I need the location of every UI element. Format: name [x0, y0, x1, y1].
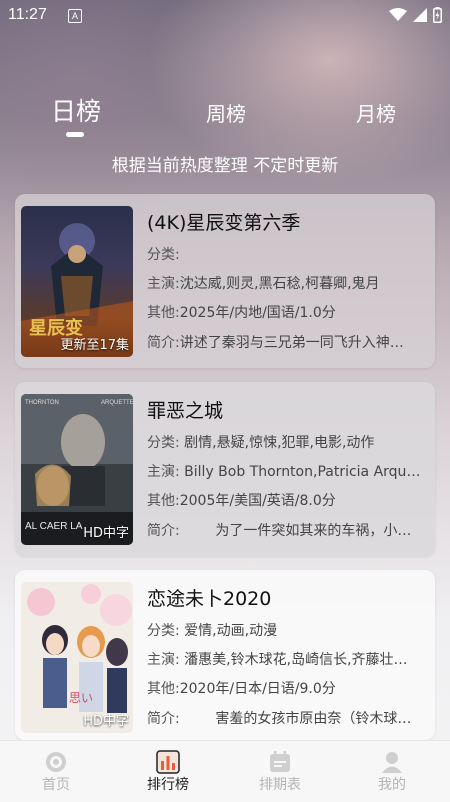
item-title[interactable]: (4K)星辰变第六季 — [147, 208, 300, 235]
cast-value: Billy Bob Thornton,Patricia Arquet… — [184, 464, 429, 480]
intro-value: 害羞的女孩市原由奈（铃木球… — [215, 711, 412, 727]
other-label: 其他: — [147, 493, 180, 509]
svg-text:思い: 思い — [69, 691, 93, 705]
tab-label: 周榜 — [206, 102, 246, 126]
tab-weekly[interactable]: 周榜 — [200, 98, 252, 127]
cast-label: 主演: — [147, 464, 180, 480]
item-genre: 分类: — [147, 244, 429, 264]
poster-image[interactable]: 思い HD中字 — [21, 582, 133, 733]
home-icon — [46, 752, 66, 772]
profile-icon — [382, 752, 402, 773]
cast-label: 主演: — [147, 276, 180, 292]
item-intro: 简介: 害羞的女孩市原由奈（铃木球… — [147, 708, 429, 728]
nav-profile[interactable]: 我的 — [357, 741, 427, 802]
genre-value: 爱情,动画,动漫 — [184, 623, 278, 639]
battery-icon — [433, 7, 442, 23]
item-other: 其他:2020年/日本/日语/9.0分 — [147, 678, 429, 698]
item-genre: 分类: 剧情,悬疑,惊悚,犯罪,电影,动作 — [147, 432, 429, 452]
intro-value: 为了一件突如其来的车祸，小… — [215, 523, 412, 539]
signal-icon — [413, 8, 427, 22]
nav-label: 首页 — [42, 777, 70, 793]
genre-label: 分类: — [147, 623, 180, 639]
poster-image[interactable]: AL CAER LA THORNTON ARQUETTE HD中字 — [21, 394, 133, 545]
item-cast: 主演: 潘惠美,铃木球花,岛崎信长,齐藤壮… — [147, 649, 429, 669]
poster-image[interactable]: 星辰变 更新至17集 — [21, 206, 133, 357]
other-label: 其他: — [147, 305, 180, 321]
item-genre: 分类: 爱情,动画,动漫 — [147, 620, 429, 640]
nav-home[interactable]: 首页 — [21, 741, 91, 802]
genre-label: 分类: — [147, 435, 180, 451]
quality-badge: HD中字 — [83, 714, 129, 729]
list-item[interactable]: 思い HD中字 恋途未卜2020 分类: 爱情,动画,动漫 主演: 潘惠美,铃木… — [15, 570, 435, 740]
wifi-icon — [389, 8, 407, 21]
item-title[interactable]: 恋途未卜2020 — [147, 584, 271, 611]
ranking-tabs: 日榜 周榜 月榜 — [0, 88, 450, 138]
intro-label: 简介: — [147, 523, 180, 539]
list-item[interactable]: 星辰变 更新至17集 (4K)星辰变第六季 分类: 主演:沈达威,则灵,黑石稔,… — [15, 194, 435, 368]
cast-label: 主演: — [147, 652, 180, 668]
quality-badge: HD中字 — [83, 526, 129, 541]
item-other: 其他:2005年/美国/英语/8.0分 — [147, 490, 429, 510]
other-value: 2020年/日本/日语/9.0分 — [179, 681, 336, 697]
intro-value: 讲述了秦羽与三兄弟一同飞升入神… — [179, 335, 404, 351]
nav-ranking[interactable]: 排行榜 — [133, 741, 203, 802]
item-cast: 主演: Billy Bob Thornton,Patricia Arquet… — [147, 461, 429, 481]
tab-label: 日榜 — [50, 97, 101, 126]
other-label: 其他: — [147, 681, 180, 697]
svg-text:THORNTON: THORNTON — [25, 400, 59, 406]
genre-label: 分类: — [147, 247, 180, 263]
nav-label: 排期表 — [259, 777, 301, 793]
tab-indicator — [66, 132, 84, 137]
status-bar: 11:27 A — [0, 0, 450, 32]
nav-label: 我的 — [378, 777, 406, 793]
item-title[interactable]: 罪恶之城 — [147, 396, 223, 423]
notification-badge-icon: A — [68, 9, 82, 23]
tab-daily[interactable]: 日榜 — [50, 92, 102, 128]
ranking-subtitle: 根据当前热度整理 不定时更新 — [111, 156, 339, 176]
other-value: 2005年/美国/英语/8.0分 — [179, 493, 336, 509]
genre-value: 剧情,悬疑,惊悚,犯罪,电影,动作 — [184, 435, 375, 451]
svg-text:AL CAER LA: AL CAER LA — [25, 521, 83, 532]
tab-monthly[interactable]: 月榜 — [350, 98, 402, 127]
item-intro: 简介:讲述了秦羽与三兄弟一同飞升入神… — [147, 332, 429, 352]
bottom-navigation: 首页 排行榜 排期表 我的 — [0, 740, 450, 802]
ranking-icon — [156, 750, 180, 774]
item-other: 其他:2025年/内地/国语/1.0分 — [147, 302, 429, 322]
item-intro: 简介: 为了一件突如其来的车祸，小… — [147, 520, 429, 540]
calendar-icon — [270, 751, 290, 772]
episode-badge: 更新至17集 — [60, 338, 129, 353]
intro-label: 简介: — [147, 711, 180, 727]
svg-text:ARQUETTE: ARQUETTE — [101, 400, 133, 406]
intro-label: 简介: — [147, 335, 180, 351]
other-value: 2025年/内地/国语/1.0分 — [179, 305, 336, 321]
item-cast: 主演:沈达威,则灵,黑石稔,柯暮卿,鬼月 — [147, 273, 429, 293]
cast-value: 沈达威,则灵,黑石稔,柯暮卿,鬼月 — [179, 276, 380, 292]
nav-schedule[interactable]: 排期表 — [245, 741, 315, 802]
status-time: 11:27 — [8, 6, 47, 23]
list-item[interactable]: AL CAER LA THORNTON ARQUETTE HD中字 罪恶之城 分… — [15, 382, 435, 556]
tab-label: 月榜 — [356, 102, 396, 126]
status-icons — [389, 7, 442, 23]
cast-value: 潘惠美,铃木球花,岛崎信长,齐藤壮… — [184, 652, 408, 668]
nav-label: 排行榜 — [147, 777, 189, 793]
